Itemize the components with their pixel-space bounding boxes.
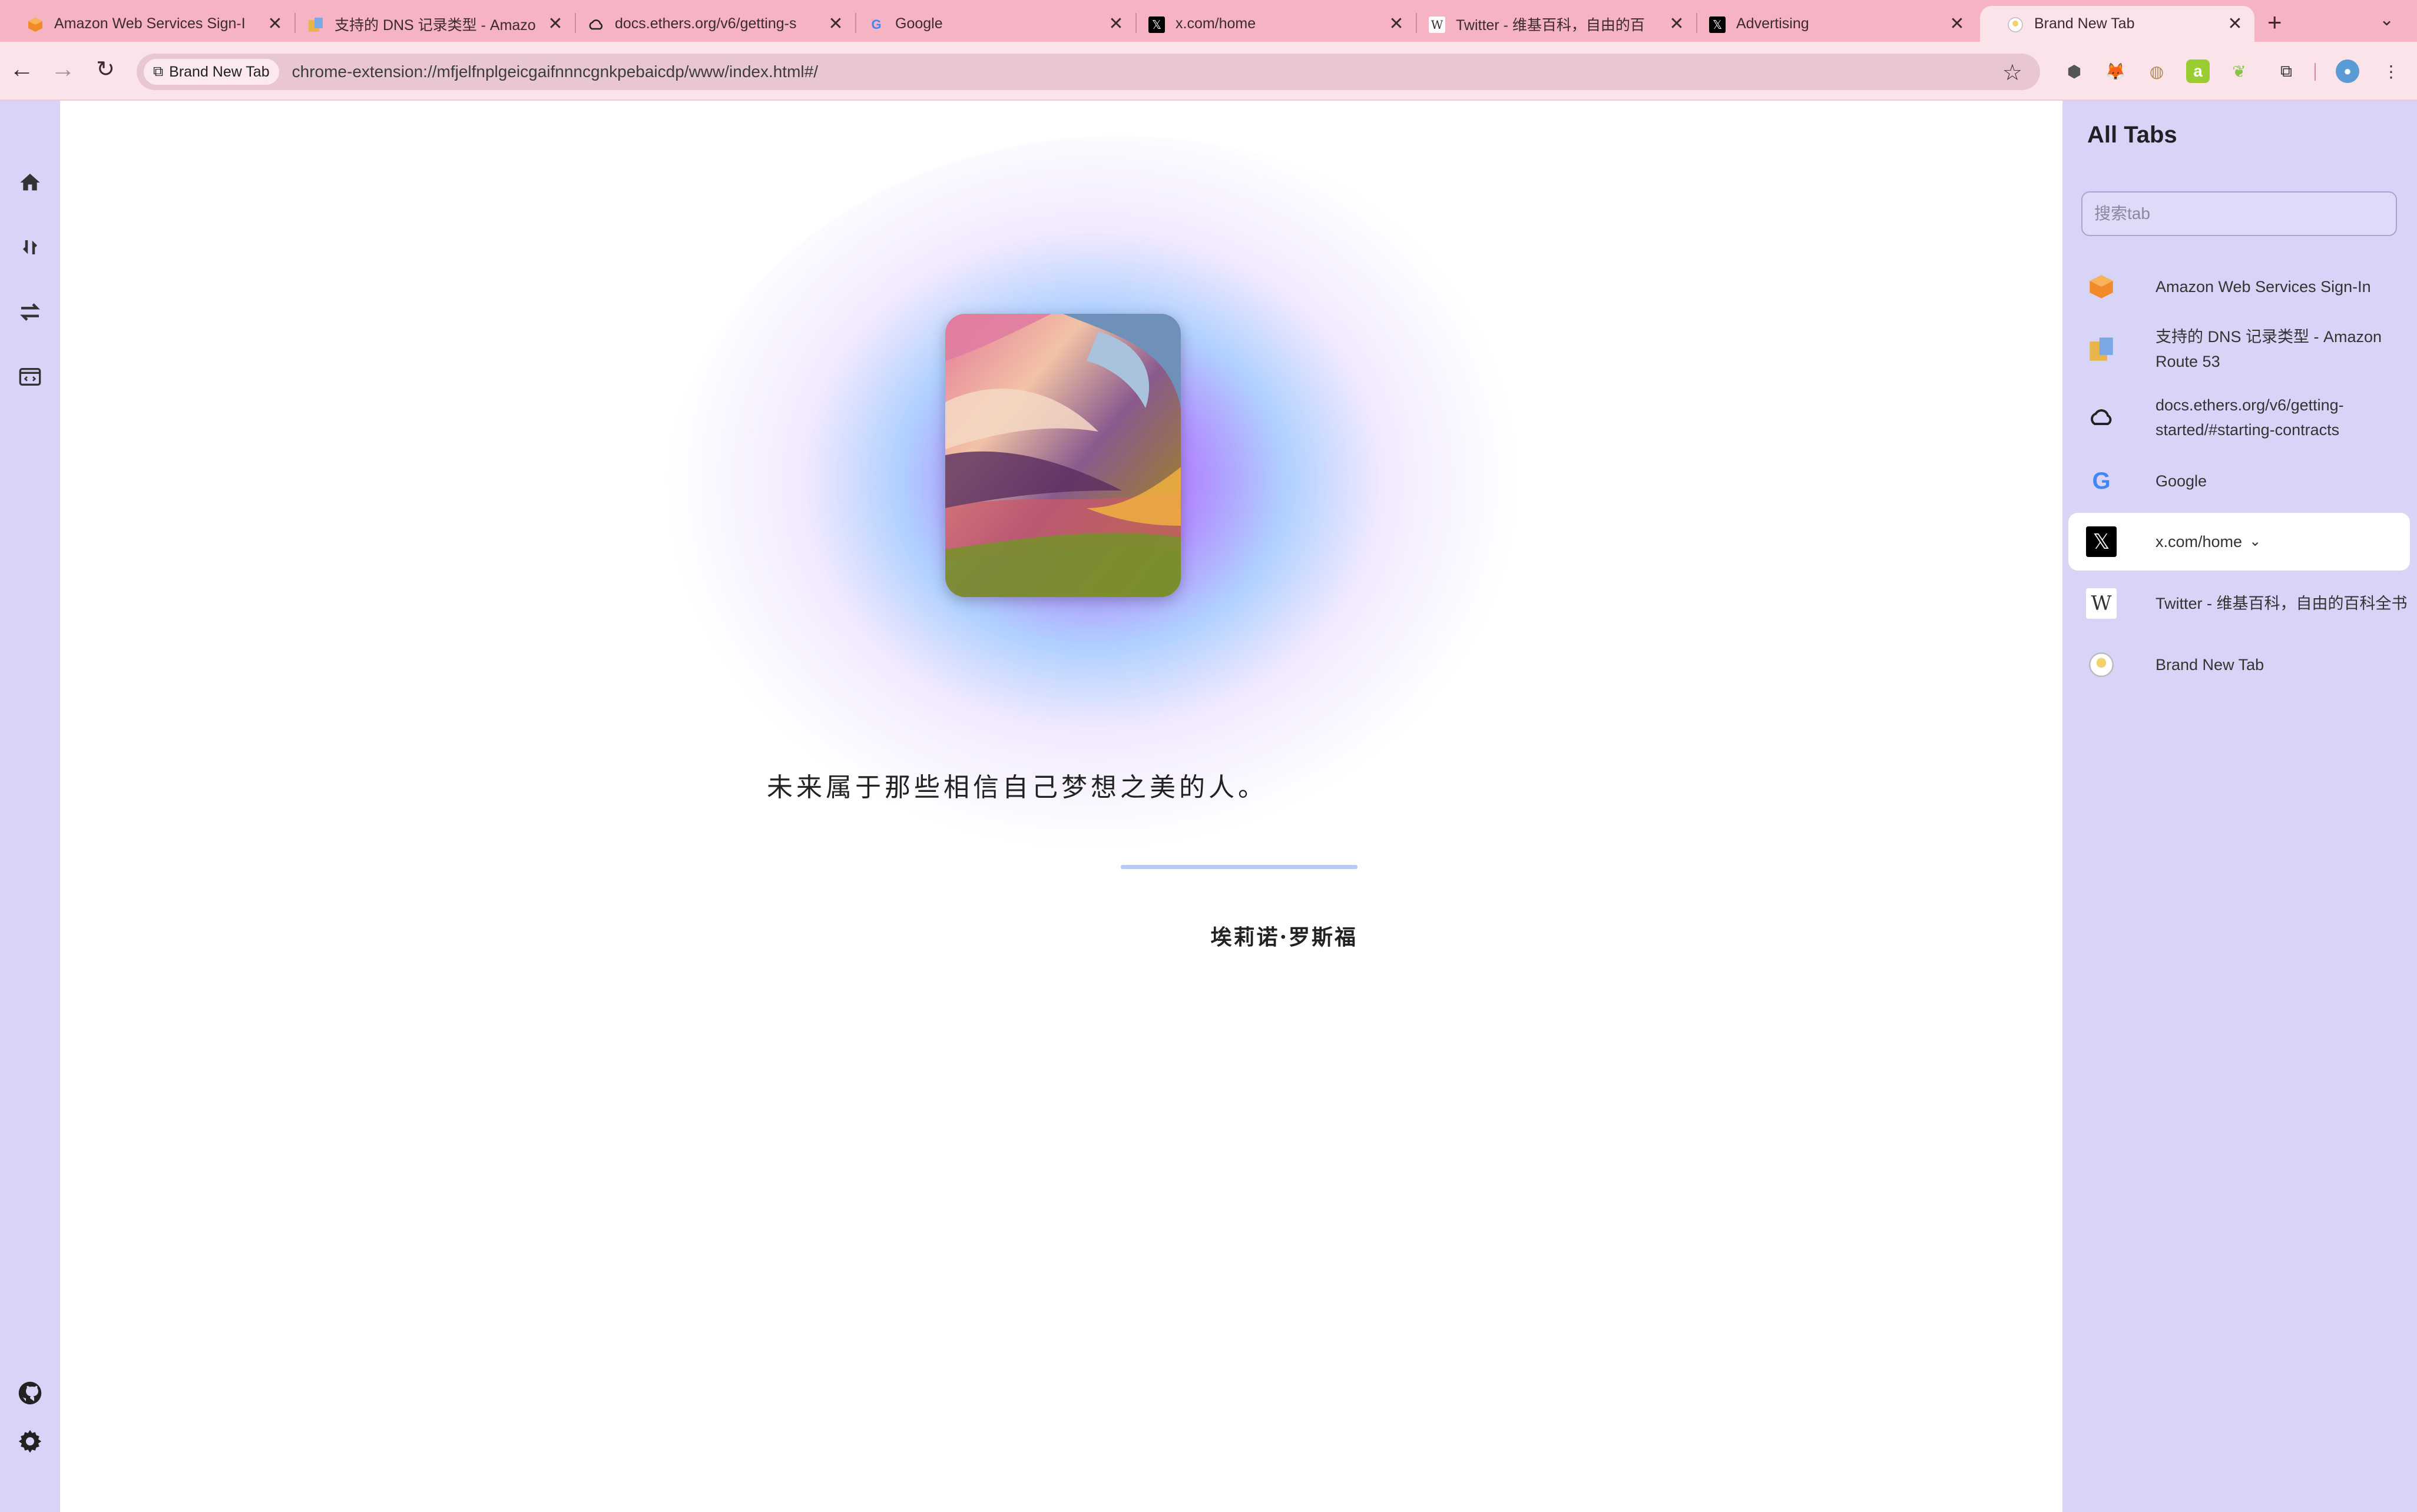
close-icon[interactable]: ✕ xyxy=(2226,14,2244,34)
extensions-puzzle-icon[interactable]: ⧉ xyxy=(2274,59,2298,83)
leaf-extension-icon[interactable]: ❦ xyxy=(2227,59,2251,83)
google-g-icon: G xyxy=(871,17,882,32)
tab-brand-new-tab[interactable]: Brand New Tab ✕ xyxy=(1980,6,2254,42)
bulb-icon xyxy=(2007,16,2024,33)
cube-extension-icon[interactable]: ⬢ xyxy=(2062,59,2086,83)
artwork-image xyxy=(945,314,1181,597)
tab-search-chevron-icon[interactable]: ⌄ xyxy=(2379,9,2394,30)
route53-icon xyxy=(307,16,324,33)
tab-wikipedia[interactable]: W Twitter - 维基百科，自由的百 ✕ xyxy=(1402,6,1696,42)
tab-x-home[interactable]: 𝕏 x.com/home ✕ xyxy=(1121,6,1416,42)
bulb-icon xyxy=(2086,649,2117,680)
toolbar-divider xyxy=(2315,63,2316,81)
x-logo-icon: 𝕏 xyxy=(2086,526,2117,557)
aws-cube-icon xyxy=(2086,271,2117,302)
cloud-icon xyxy=(588,16,604,33)
home-icon[interactable] xyxy=(13,165,47,200)
tab-search-input[interactable] xyxy=(2081,191,2397,236)
panel-title: All Tabs xyxy=(2087,122,2177,148)
x-logo-icon: 𝕏 xyxy=(1709,16,1726,33)
back-button[interactable]: ← xyxy=(6,55,38,83)
quote-author: 埃莉诺·罗斯福 xyxy=(1210,925,1358,950)
swap-vertical-icon[interactable] xyxy=(13,230,47,264)
tab-ethers-docs[interactable]: docs.ethers.org/v6/getting-s ✕ xyxy=(561,6,855,42)
quote-divider xyxy=(1121,865,1358,869)
x-logo-icon: 𝕏 xyxy=(1148,16,1165,33)
tab-list-item[interactable]: Amazon Web Services Sign-In xyxy=(2068,263,2410,310)
bookmark-star-icon[interactable]: ☆ xyxy=(2002,59,2022,86)
new-tab-button[interactable]: + xyxy=(2267,8,2282,37)
address-bar[interactable]: ⧉ Brand New Tab chrome-extension://mfjel… xyxy=(137,54,2040,90)
tab-google[interactable]: G Google ✕ xyxy=(841,6,1135,42)
chrome-menu-icon[interactable]: ⋮ xyxy=(2379,59,2403,83)
tab-strip: Amazon Web Services Sign-I ✕ 支持的 DNS 记录类… xyxy=(0,0,2417,42)
site-chip[interactable]: ⧉ Brand New Tab xyxy=(144,59,279,85)
wikipedia-w-icon: W xyxy=(1429,16,1445,33)
cookie-extension-icon[interactable]: ◍ xyxy=(2145,59,2168,83)
tab-list-item[interactable]: W Twitter - 维基百科，自由的百科全书 xyxy=(2068,575,2410,632)
all-tabs-panel: All Tabs Amazon Web Services Sign-In 支持的… xyxy=(2062,101,2417,1512)
url-text[interactable]: chrome-extension://mfjelfnplgeicgaifnnnc… xyxy=(292,62,818,81)
metamask-icon[interactable]: 🦊 xyxy=(2104,59,2127,83)
tab-list-item[interactable]: Brand New Tab xyxy=(2068,641,2410,688)
reload-button[interactable]: ↻ xyxy=(90,56,121,82)
tab-list-item[interactable]: G Google xyxy=(2068,457,2410,505)
google-g-icon: G xyxy=(2092,468,2111,494)
wikipedia-w-icon: W xyxy=(2086,588,2117,619)
a-extension-icon[interactable]: a xyxy=(2186,59,2210,83)
extension-icon: ⧉ xyxy=(153,64,164,79)
browser-toolbar: ← → ↻ ⧉ Brand New Tab chrome-extension:/… xyxy=(0,42,2417,101)
tab-advertising[interactable]: 𝕏 Advertising ✕ xyxy=(1682,6,1976,42)
route53-icon xyxy=(2086,334,2117,364)
forward-button[interactable]: → xyxy=(47,55,79,83)
quote-text: 未来属于那些相信自己梦想之美的人。 xyxy=(767,772,1267,803)
cloud-icon xyxy=(2086,402,2117,433)
swap-arrows-icon[interactable] xyxy=(13,295,47,329)
left-sidebar xyxy=(0,101,60,1512)
code-window-icon[interactable] xyxy=(13,360,47,394)
settings-icon[interactable] xyxy=(13,1424,47,1458)
main-content: 未来属于那些相信自己梦想之美的人。 埃莉诺·罗斯福 xyxy=(60,101,2062,1512)
close-icon[interactable]: ✕ xyxy=(1948,14,1966,34)
tab-aws[interactable]: Amazon Web Services Sign-I ✕ xyxy=(0,6,294,42)
tab-list-item-active[interactable]: 𝕏 x.com/home ⌄ xyxy=(2068,513,2410,571)
chevron-down-icon[interactable]: ⌄ xyxy=(2249,529,2261,554)
profile-avatar[interactable]: ● xyxy=(2336,59,2359,83)
tab-route53[interactable]: 支持的 DNS 记录类型 - Amazo ✕ xyxy=(280,6,575,42)
tab-list-item[interactable]: 支持的 DNS 记录类型 - Amazon Route 53 xyxy=(2068,321,2410,377)
tab-list-item[interactable]: docs.ethers.org/v6/getting-started/#star… xyxy=(2068,389,2410,446)
aws-cube-icon xyxy=(27,16,44,33)
github-icon[interactable] xyxy=(13,1376,47,1410)
